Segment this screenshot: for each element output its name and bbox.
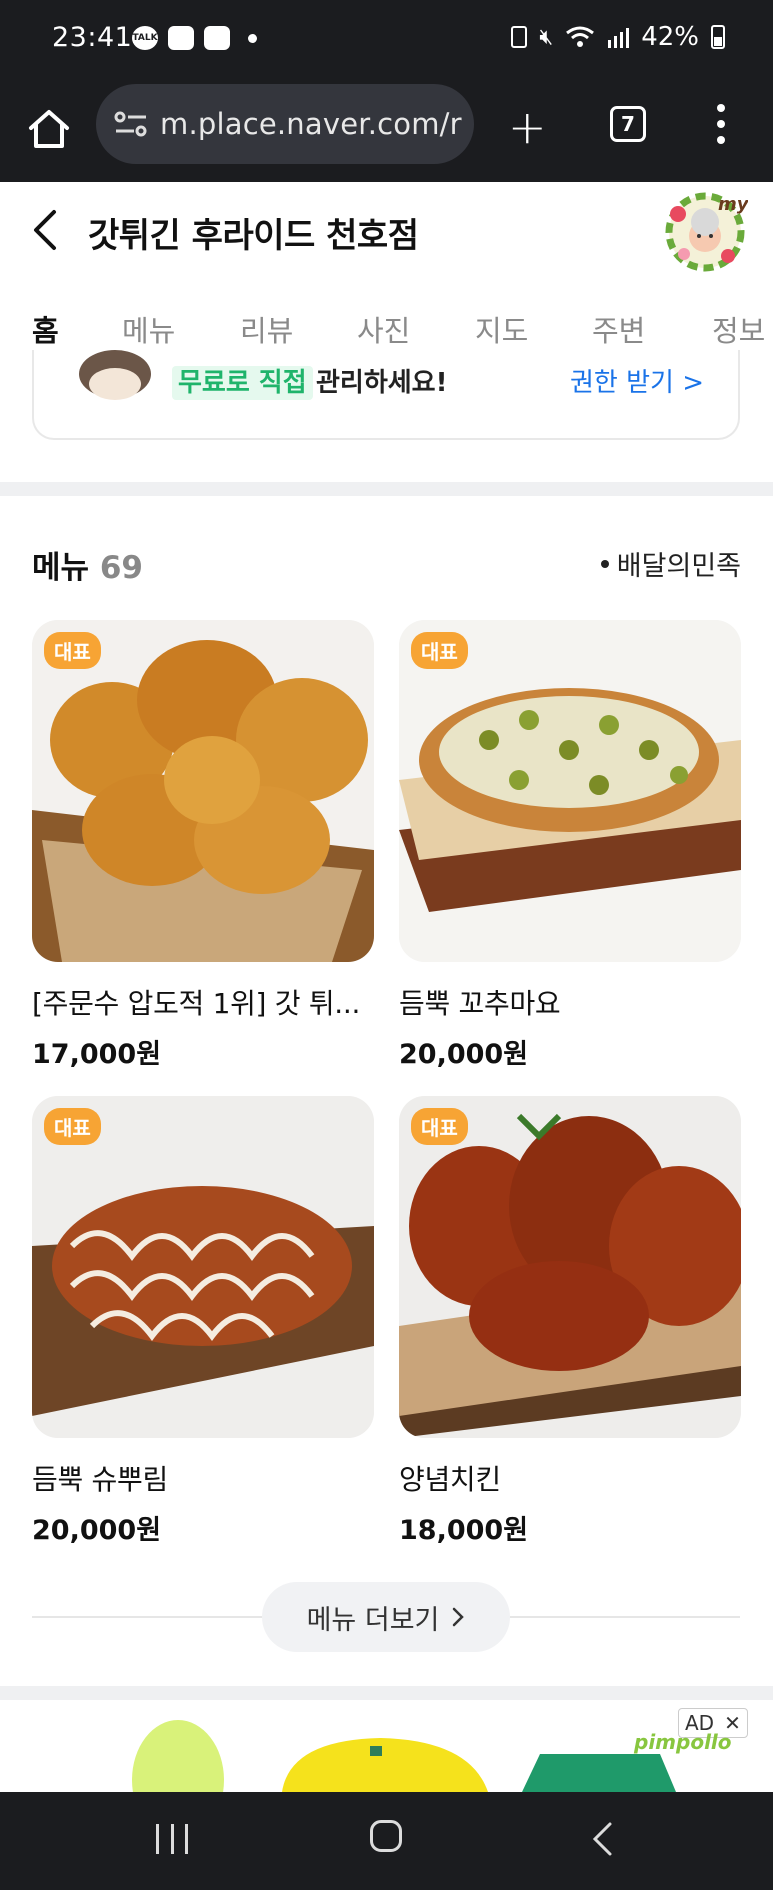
wifi-icon: [566, 26, 595, 47]
url-text: m.place.naver.com/r: [160, 107, 462, 141]
menu-item-name: 듬뿍 꼬추마요: [399, 987, 561, 1020]
menu-item-price: 20,000원: [32, 1515, 162, 1546]
tab-nearby[interactable]: 주변: [592, 308, 645, 350]
menu-item-photo[interactable]: 대표: [32, 620, 374, 962]
menu-title-label: 메뉴: [32, 550, 90, 586]
my-profile-avatar[interactable]: my: [662, 188, 748, 272]
menu-item-name: 듬뿍 슈뿌림: [32, 1463, 168, 1496]
menu-item-card[interactable]: 대표 [주문수 압도적 1위] 갓 튀... 17,000원: [32, 620, 374, 1071]
menu-item-price: 20,000원: [399, 1039, 529, 1070]
menu-item-photo[interactable]: 대표: [399, 620, 741, 962]
yangnyeom-chicken-image: [399, 1096, 741, 1438]
ad-brand-logo: pimpollo: [634, 1730, 732, 1754]
site-settings-icon[interactable]: [112, 109, 150, 139]
menu-source: 배달의민족: [600, 544, 741, 583]
jalapeno-mayo-chicken-image: [399, 620, 741, 962]
svg-text:my: my: [718, 194, 748, 215]
signature-badge: 대표: [44, 1108, 101, 1145]
menu-item-card[interactable]: 대표 듬뿍 꼬추마요 20,000원: [399, 620, 741, 1071]
status-bar: 23:41 TALK 🔇︎ 42%: [0, 0, 773, 82]
signature-badge: 대표: [411, 632, 468, 669]
menu-section-title: 메뉴 69: [32, 542, 143, 587]
home-icon[interactable]: [26, 106, 72, 152]
back-arrow-icon[interactable]: [30, 208, 60, 252]
status-time: 23:41: [52, 22, 133, 53]
tab-home[interactable]: 홈: [32, 308, 59, 350]
signal-icon: [608, 28, 630, 48]
banner-character-icon: [79, 350, 151, 400]
ad-banner[interactable]: AD ✕ pimpollo: [0, 1700, 773, 1792]
message-icon: [168, 26, 194, 50]
battery-saver-icon: [511, 26, 528, 48]
claim-rights-link[interactable]: 권한 받기 >: [570, 366, 704, 400]
menu-item-card[interactable]: 대표 양념치킨 18,000원: [399, 1096, 741, 1547]
new-tab-button[interactable]: +: [508, 104, 547, 150]
home-nav-icon[interactable]: [370, 1820, 402, 1852]
tab-photos[interactable]: 사진: [357, 308, 410, 350]
back-nav-icon[interactable]: [590, 1820, 614, 1858]
battery-percent: 42%: [641, 22, 699, 52]
more-menu-label: 메뉴 더보기: [306, 1604, 440, 1636]
more-options-icon[interactable]: [716, 104, 726, 144]
menu-item-name: 양념치킨: [399, 1463, 501, 1496]
talk-icon: TALK: [132, 26, 158, 50]
gallery-icon: [204, 26, 230, 50]
menu-item-price: 18,000원: [399, 1515, 529, 1546]
page-title: 갓튀긴 후라이드 천호점: [88, 216, 419, 256]
notification-icons: TALK: [132, 26, 257, 50]
banner-highlight: 무료로 직접: [172, 366, 313, 400]
more-menu-button[interactable]: 메뉴 더보기: [262, 1582, 510, 1652]
tab-map[interactable]: 지도: [475, 308, 528, 350]
menu-item-photo[interactable]: 대표: [399, 1096, 741, 1438]
menu-source-label: 배달의민족: [616, 551, 741, 582]
tab-menu[interactable]: 메뉴: [122, 308, 175, 350]
section-divider: [0, 482, 773, 496]
menu-item-price: 17,000원: [32, 1039, 162, 1070]
more-notifications-icon: [248, 33, 257, 43]
tab-reviews[interactable]: 리뷰: [240, 308, 293, 350]
system-icons: 🔇︎ 42%: [511, 22, 725, 52]
section-divider: [0, 1686, 773, 1700]
menu-item-photo[interactable]: 대표: [32, 1096, 374, 1438]
signature-badge: 대표: [44, 632, 101, 669]
address-bar[interactable]: m.place.naver.com/r: [96, 84, 474, 164]
menu-item-name: [주문수 압도적 1위] 갓 튀...: [32, 987, 361, 1020]
place-header: 갓튀긴 후라이드 천호점 my: [0, 182, 773, 282]
banner-text: 관리하세요!: [316, 368, 448, 398]
recent-apps-icon[interactable]: [156, 1824, 188, 1854]
menu-item-card[interactable]: 대표 듬뿍 슈뿌림 20,000원: [32, 1096, 374, 1547]
menu-count: 69: [99, 550, 143, 586]
tab-switcher-button[interactable]: 7: [610, 106, 646, 142]
browser-toolbar: m.place.naver.com/r + 7: [0, 82, 773, 182]
mute-icon: 🔇︎: [539, 24, 554, 50]
shupurim-chicken-image: [32, 1096, 374, 1438]
tab-info[interactable]: 정보: [712, 308, 765, 350]
bullet-icon: [600, 559, 609, 568]
system-nav-bar: [0, 1792, 773, 1890]
fried-chicken-image: [32, 620, 374, 962]
signature-badge: 대표: [411, 1108, 468, 1145]
owner-claim-banner[interactable]: 무료로 직접 관리하세요! 권한 받기 >: [32, 350, 740, 440]
chevron-right-icon: [453, 1607, 465, 1627]
battery-icon: [711, 25, 725, 49]
